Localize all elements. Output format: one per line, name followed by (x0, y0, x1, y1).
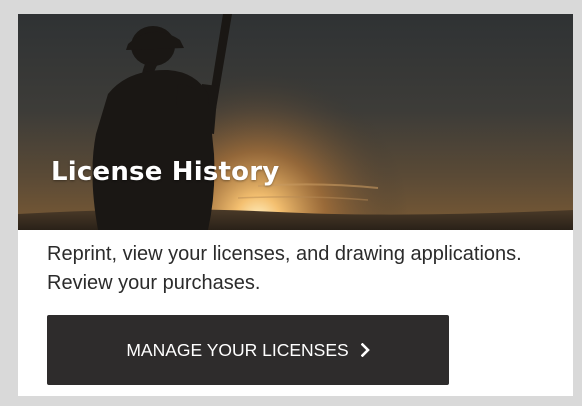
hero-banner: License History (18, 14, 573, 230)
chevron-right-icon (360, 343, 370, 357)
manage-licenses-label: MANAGE YOUR LICENSES (126, 339, 349, 360)
license-history-card: License History Reprint, view your licen… (18, 14, 573, 396)
hero-image (18, 14, 573, 230)
card-title: License History (51, 157, 280, 187)
card-description: Reprint, view your licenses, and drawing… (47, 243, 522, 294)
manage-licenses-button[interactable]: MANAGE YOUR LICENSES (47, 315, 449, 385)
